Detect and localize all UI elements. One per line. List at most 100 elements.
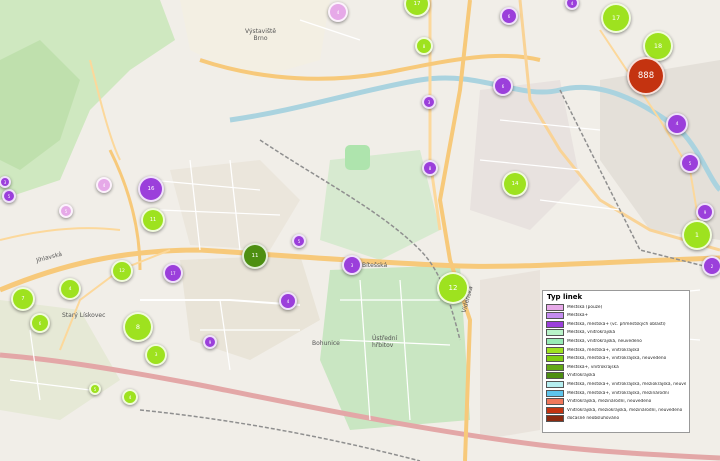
stop-marker[interactable]: 4 bbox=[59, 278, 81, 300]
legend-item: dočasně neobsluhováno bbox=[546, 415, 686, 423]
stop-marker-count: 18 bbox=[653, 42, 663, 50]
stop-marker[interactable]: 9 bbox=[696, 203, 714, 221]
stop-marker[interactable]: 8 bbox=[415, 37, 433, 55]
legend-label: Vnitrokrajská bbox=[567, 373, 596, 379]
place-label-stary-liskovec: Starý Lískovec bbox=[62, 312, 106, 319]
stop-marker-count: 3 bbox=[350, 262, 354, 268]
stop-marker-count: 888 bbox=[637, 71, 655, 81]
stop-marker[interactable]: 8 bbox=[123, 312, 153, 342]
stop-marker-count: 5 bbox=[7, 193, 11, 199]
stop-marker-count: 8 bbox=[135, 323, 141, 331]
stop-marker[interactable]: 5 bbox=[2, 189, 16, 203]
legend-item: Městská, městská+, vnitrokrajská, meziná… bbox=[546, 389, 686, 397]
stop-marker[interactable]: 6 bbox=[493, 76, 513, 96]
stop-marker-count: 3 bbox=[427, 99, 431, 105]
stop-marker[interactable]: 888 bbox=[627, 57, 665, 95]
legend-swatch bbox=[546, 303, 564, 311]
stop-marker[interactable]: 1 bbox=[682, 220, 712, 250]
legend-swatch bbox=[546, 346, 564, 354]
legend-swatch bbox=[546, 398, 564, 406]
stop-marker-count: 16 bbox=[147, 186, 155, 192]
stop-marker[interactable]: 12 bbox=[111, 260, 133, 282]
legend-label: Městská, městská+, vnitrokrajská, meziná… bbox=[567, 390, 669, 396]
stop-marker[interactable]: 4 bbox=[328, 2, 348, 22]
place-label-bohunice: Bohunice bbox=[312, 340, 340, 347]
street-label-bitesska: Bítešská bbox=[362, 262, 388, 269]
legend-swatch bbox=[546, 380, 564, 388]
legend-label: Městská (pouze) bbox=[567, 304, 603, 310]
stop-marker-count: 2 bbox=[710, 263, 714, 269]
stop-marker-count: 3 bbox=[3, 179, 7, 185]
stop-marker[interactable]: 9 bbox=[203, 335, 217, 349]
legend-item: Městská (pouze) bbox=[546, 303, 686, 311]
legend-item: Vnitrokrajská bbox=[546, 372, 686, 380]
legend-swatch bbox=[546, 355, 564, 363]
legend-label: Městská, vnitrokrajská bbox=[567, 330, 616, 336]
stop-marker-count: 6 bbox=[501, 83, 505, 89]
stop-marker-count: 11 bbox=[251, 253, 259, 259]
stop-marker[interactable]: 11 bbox=[141, 208, 165, 232]
stop-marker[interactable]: 11 bbox=[242, 243, 268, 269]
legend-label: Vnitrokrajská, mezinárodní, neuvedeno bbox=[567, 399, 652, 405]
stop-marker-count: 12 bbox=[119, 268, 125, 274]
stop-marker-count: 17 bbox=[170, 270, 176, 276]
stop-marker[interactable]: 3 bbox=[342, 255, 362, 275]
legend-label: Městská, městská+, vnitrokrajská, meziok… bbox=[567, 381, 686, 387]
stop-marker[interactable]: 4 bbox=[279, 292, 297, 310]
stop-marker-count: 7 bbox=[21, 296, 25, 302]
stop-marker-count: 4 bbox=[570, 0, 574, 6]
legend-item: Městská, vnitrokrajská bbox=[546, 329, 686, 337]
stop-marker[interactable]: 17 bbox=[601, 3, 631, 33]
stop-marker[interactable]: 7 bbox=[11, 287, 35, 311]
stop-marker[interactable]: 6 bbox=[500, 7, 518, 25]
stop-marker[interactable]: 5 bbox=[292, 234, 306, 248]
legend-item: Městská+ bbox=[546, 312, 686, 320]
legend-item: Městská, městská+ (vč. příměstských obla… bbox=[546, 320, 686, 328]
stop-marker-count: 11 bbox=[149, 217, 157, 223]
legend-item: Městská+, vnitrokrajská bbox=[546, 363, 686, 371]
legend-label: Městská, městská+ (vč. příměstských obla… bbox=[567, 321, 666, 327]
legend-title: Typ linek bbox=[547, 293, 583, 301]
stop-marker[interactable]: 3 bbox=[422, 95, 436, 109]
legend-label: dočasně neobsluhováno bbox=[567, 416, 620, 422]
stop-marker[interactable]: 4 bbox=[666, 113, 688, 135]
stop-marker[interactable]: 5 bbox=[89, 383, 101, 395]
stop-marker-count: 4 bbox=[336, 9, 340, 15]
legend-swatch bbox=[546, 338, 564, 346]
stop-marker[interactable]: 2 bbox=[702, 256, 720, 276]
place-label-vystaviste: Výstaviště Brno bbox=[245, 28, 277, 42]
stop-marker[interactable]: 5 bbox=[59, 204, 73, 218]
legend-item: Městská, městská+, vnitrokrajská, meziok… bbox=[546, 380, 686, 388]
stop-marker-count: 4 bbox=[128, 394, 132, 400]
stop-marker-count: 4 bbox=[68, 286, 72, 292]
legend-label: Městská+ bbox=[567, 313, 589, 319]
stop-marker-count: 9 bbox=[703, 209, 707, 215]
legend-label: Městská, městská+, vnitrokrajská bbox=[567, 347, 640, 353]
map-view[interactable]: Výstaviště Brno Starý Lískovec Bohunice … bbox=[0, 0, 720, 461]
stop-marker[interactable]: 16 bbox=[138, 176, 164, 202]
stop-marker-count: 3 bbox=[154, 352, 158, 358]
stop-marker-count: 17 bbox=[413, 1, 421, 7]
stop-marker-count: 4 bbox=[102, 182, 106, 188]
stop-marker[interactable]: 12 bbox=[437, 272, 469, 304]
stop-marker[interactable]: 8 bbox=[422, 160, 438, 176]
stop-marker-count: 4 bbox=[286, 298, 290, 304]
stop-marker[interactable]: 4 bbox=[122, 389, 138, 405]
stop-marker-count: 9 bbox=[208, 339, 212, 345]
legend-swatch bbox=[546, 415, 564, 423]
stop-marker[interactable]: 17 bbox=[163, 263, 183, 283]
stop-marker[interactable]: 14 bbox=[502, 171, 528, 197]
place-label-ustredni-hrbitov: Ústřední hřbitov bbox=[372, 335, 398, 349]
legend-swatch bbox=[546, 363, 564, 371]
stop-marker[interactable]: 6 bbox=[30, 313, 50, 333]
legend-label: Vnitrokrajská, meziokrajská, mezinárodní… bbox=[567, 407, 683, 413]
stop-marker[interactable]: 4 bbox=[96, 177, 112, 193]
stop-marker-count: 4 bbox=[675, 121, 679, 127]
stop-marker[interactable]: 3 bbox=[145, 344, 167, 366]
stop-marker-count: 8 bbox=[428, 165, 432, 171]
stop-marker[interactable]: 5 bbox=[680, 153, 700, 173]
legend-label: Městská+, vnitrokrajská bbox=[567, 364, 619, 370]
legend-item: Vnitrokrajská, mezinárodní, neuvedeno bbox=[546, 398, 686, 406]
legend-item: Vnitrokrajská, meziokrajská, mezinárodní… bbox=[546, 406, 686, 414]
legend: Typ linek Městská (pouze) Městská+ Městská… bbox=[542, 290, 690, 433]
